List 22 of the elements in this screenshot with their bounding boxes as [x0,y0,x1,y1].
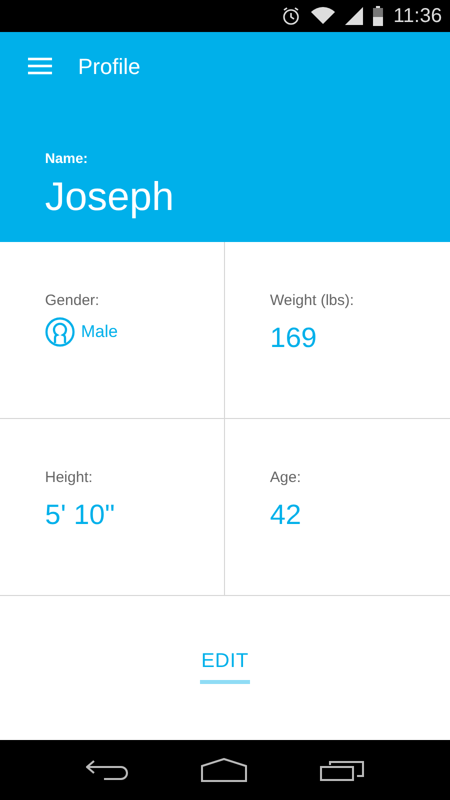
field-value: 5' 10" [45,498,115,532]
name-value: Joseph [45,174,175,221]
back-icon[interactable] [86,759,128,781]
field-label: Gender: [45,291,100,311]
alarm-icon [281,6,302,26]
name-label: Name: [45,149,89,168]
screen-title: Profile [78,52,140,80]
field-label: Height: [45,468,94,488]
field-value: 169 [270,320,317,354]
wifi-icon [311,7,336,25]
recent-apps-icon[interactable] [320,759,364,781]
signal-icon [345,7,364,25]
field-value: Male [81,320,118,343]
field-label: Weight (lbs): [270,291,355,311]
battery-icon [373,6,384,26]
field-label: Age: [270,468,302,488]
person-icon [45,316,75,346]
menu-icon [28,57,52,75]
edit-button[interactable]: EDIT [200,646,250,684]
field-value: 42 [270,498,302,532]
clock-time: 11:36 [393,4,442,29]
home-icon[interactable] [200,758,247,782]
